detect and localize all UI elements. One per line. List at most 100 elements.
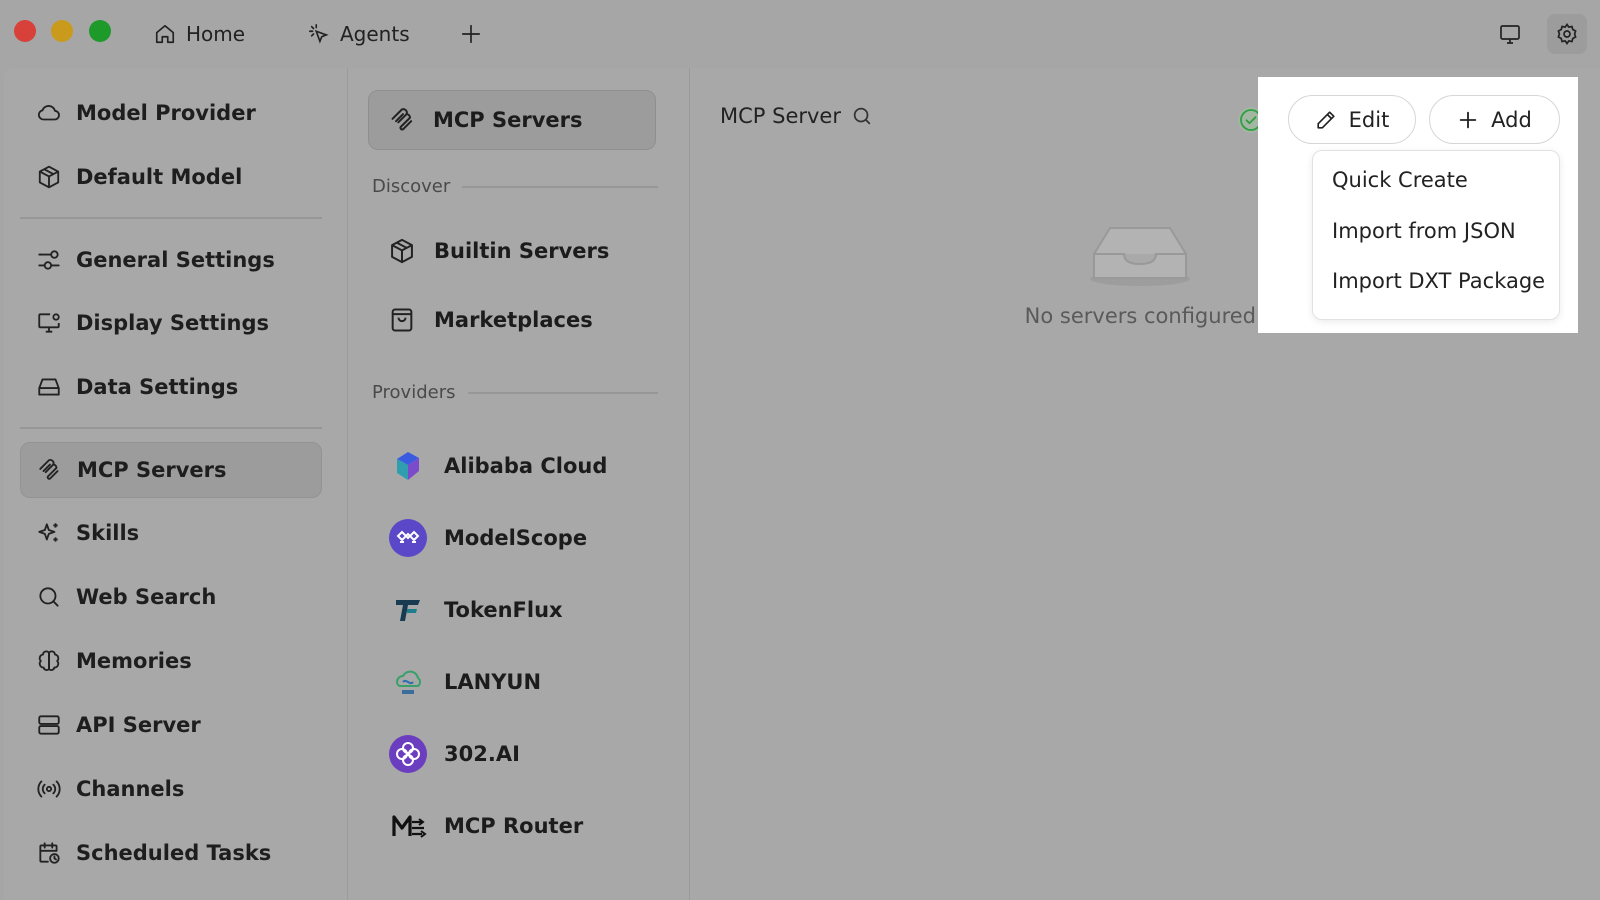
sidebar-item-channels[interactable]: Channels xyxy=(20,761,322,817)
menu-item-quick-create[interactable]: Quick Create xyxy=(1332,168,1468,192)
sidebar-item-general-settings[interactable]: General Settings xyxy=(20,232,322,288)
mcp-router-logo xyxy=(388,806,428,846)
provider-label: TokenFlux xyxy=(444,598,563,622)
providers-section-header: Providers xyxy=(372,382,658,403)
modelscope-logo xyxy=(388,518,428,558)
sidebar-item-web-search[interactable]: Web Search xyxy=(20,569,322,625)
provider-label: MCP Router xyxy=(444,814,584,838)
mcp-servers-nav-item[interactable]: MCP Servers xyxy=(368,90,656,150)
title-bar: Home Agents xyxy=(0,0,1600,68)
add-button-label: Add xyxy=(1491,107,1532,132)
sidebar-item-label: Channels xyxy=(76,777,185,801)
builtin-servers-label: Builtin Servers xyxy=(434,239,610,263)
new-tab-button[interactable] xyxy=(460,14,482,54)
plus-icon xyxy=(1457,109,1479,131)
section-divider xyxy=(467,391,658,394)
sidebar-item-label: MCP Servers xyxy=(77,458,227,482)
provider-item-lanyun[interactable]: LANYUN xyxy=(388,662,541,702)
settings-button[interactable] xyxy=(1547,14,1587,54)
page-title: MCP Server xyxy=(720,104,873,128)
maximize-window-button[interactable] xyxy=(89,20,111,42)
provider-label: 302.AI xyxy=(444,742,520,766)
minimize-window-button[interactable] xyxy=(51,20,73,42)
alibaba-cloud-logo xyxy=(388,446,428,486)
shopping-bag-icon xyxy=(388,306,416,334)
empty-state-text: No servers configured xyxy=(1024,304,1256,328)
provider-item-mcp-router[interactable]: MCP Router xyxy=(388,806,583,846)
cube-icon xyxy=(36,164,62,190)
menu-item-import-json[interactable]: Import from JSON xyxy=(1332,219,1516,243)
edit-button-label: Edit xyxy=(1348,107,1390,132)
tokenflux-logo xyxy=(388,590,428,630)
sidebar-divider xyxy=(20,217,322,219)
sidebar-item-label: API Server xyxy=(76,713,201,737)
close-window-button[interactable] xyxy=(14,20,36,42)
sidebar-divider xyxy=(20,427,322,429)
provider-item-alibaba-cloud[interactable]: Alibaba Cloud xyxy=(388,446,607,486)
discover-label: Discover xyxy=(372,176,451,197)
cube-icon xyxy=(388,237,416,265)
pencil-icon xyxy=(1315,109,1337,131)
provider-item-modelscope[interactable]: ModelScope xyxy=(388,518,587,558)
section-divider xyxy=(462,185,658,188)
cloud-icon xyxy=(36,100,62,126)
sidebar-item-scheduled-tasks[interactable]: Scheduled Tasks xyxy=(20,825,322,881)
302ai-logo xyxy=(388,734,428,774)
home-icon xyxy=(154,23,176,45)
brain-icon xyxy=(36,648,62,674)
tab-agents[interactable]: Agents xyxy=(308,14,410,54)
tab-home[interactable]: Home xyxy=(154,14,245,54)
provider-label: LANYUN xyxy=(444,670,542,694)
page-title-text: MCP Server xyxy=(720,104,841,128)
sidebar-item-skills[interactable]: Skills xyxy=(20,505,322,561)
monitor-icon xyxy=(1498,22,1522,46)
sidebar-item-label: Model Provider xyxy=(76,101,256,125)
builtin-servers-item[interactable]: Builtin Servers xyxy=(388,237,609,265)
discover-section-header: Discover xyxy=(372,176,658,197)
provider-item-302ai[interactable]: 302.AI xyxy=(388,734,520,774)
settings-sidebar: Model Provider Default Model General Set… xyxy=(4,68,348,900)
sidebar-item-label: Data Settings xyxy=(76,375,239,399)
mcp-servers-nav-label: MCP Servers xyxy=(433,108,583,132)
edit-button[interactable]: Edit xyxy=(1288,95,1416,144)
gear-icon xyxy=(1555,22,1579,46)
sidebar-item-label: Web Search xyxy=(76,585,217,609)
providers-label: Providers xyxy=(372,382,456,403)
tab-agents-label: Agents xyxy=(340,22,410,46)
sidebar-item-api-server[interactable]: API Server xyxy=(20,697,322,753)
mcp-navigation: MCP Servers Discover Builtin Servers Mar… xyxy=(348,68,690,900)
agents-icon xyxy=(308,23,330,45)
marketplaces-item[interactable]: Marketplaces xyxy=(388,306,593,334)
provider-label: ModelScope xyxy=(444,526,588,550)
mcp-icon xyxy=(37,457,63,483)
sidebar-item-memories[interactable]: Memories xyxy=(20,633,322,689)
hard-drive-icon xyxy=(36,374,62,400)
sidebar-item-model-provider[interactable]: Model Provider xyxy=(20,85,322,141)
sliders-icon xyxy=(36,247,62,273)
sidebar-item-label: Skills xyxy=(76,521,140,545)
calendar-clock-icon xyxy=(36,840,62,866)
display-settings-icon xyxy=(36,310,62,336)
provider-label: Alibaba Cloud xyxy=(444,454,608,478)
marketplaces-label: Marketplaces xyxy=(434,308,593,332)
monitor-button[interactable] xyxy=(1490,14,1530,54)
sidebar-item-label: Default Model xyxy=(76,165,243,189)
empty-inbox-icon xyxy=(1090,222,1190,288)
sidebar-item-display-settings[interactable]: Display Settings xyxy=(20,295,322,351)
sidebar-item-mcp-servers[interactable]: MCP Servers xyxy=(20,442,322,498)
add-dropdown-menu: Quick Create Import from JSON Import DXT… xyxy=(1312,150,1560,320)
add-button[interactable]: Add xyxy=(1429,95,1560,144)
sidebar-item-default-model[interactable]: Default Model xyxy=(20,149,322,205)
menu-item-import-dxt[interactable]: Import DXT Package xyxy=(1332,269,1545,293)
search-icon[interactable] xyxy=(851,105,873,127)
sidebar-item-data-settings[interactable]: Data Settings xyxy=(20,359,322,415)
provider-item-tokenflux[interactable]: TokenFlux xyxy=(388,590,563,630)
sidebar-item-label: Display Settings xyxy=(76,311,270,335)
tab-home-label: Home xyxy=(186,22,246,46)
sidebar-item-label: Memories xyxy=(76,649,192,673)
sparkle-icon xyxy=(36,520,62,546)
broadcast-icon xyxy=(36,776,62,802)
lanyun-logo xyxy=(388,662,428,702)
sidebar-item-label: Scheduled Tasks xyxy=(76,841,272,865)
plus-icon xyxy=(460,23,482,45)
